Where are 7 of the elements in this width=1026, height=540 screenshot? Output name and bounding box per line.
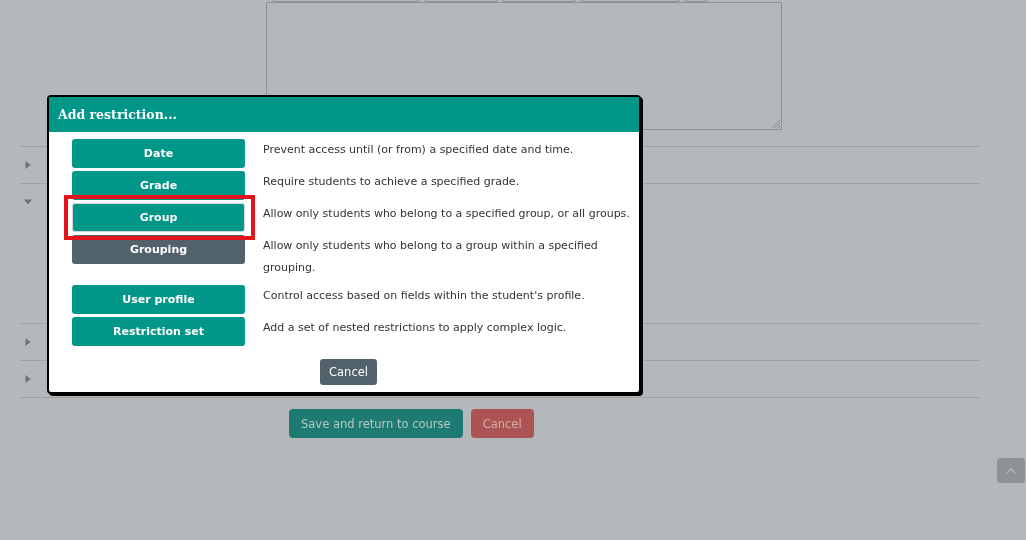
option-description: Allow only students who belong to a specified group, or all groups. [263, 206, 631, 222]
option-description: Add a set of nested restrictions to apply complex logic. [263, 320, 568, 336]
dialog-title: Add restriction... [58, 107, 177, 122]
option-description: Require students to achieve a specified grade. [263, 174, 521, 190]
option-description: Prevent access until (or from) a specified date and time. [263, 142, 575, 158]
option-description: Allow only students who belong to a group within a specified grouping. [263, 238, 599, 276]
option-description: Control access based on fields within the student's profile. [263, 288, 586, 304]
